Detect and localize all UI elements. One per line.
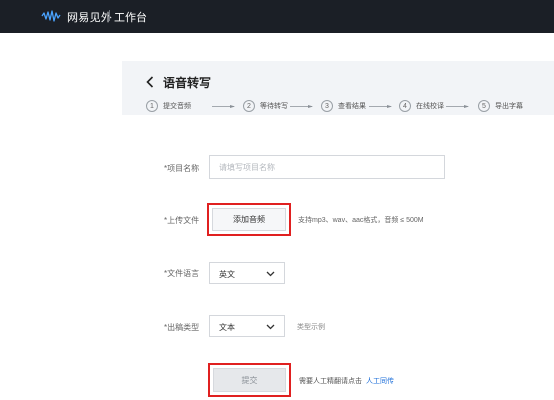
page-title: 语音转写 xyxy=(163,76,212,90)
step-number: 4 xyxy=(399,100,411,112)
step-5: 5 导出字幕 xyxy=(478,99,523,113)
step-label: 导出字幕 xyxy=(495,103,523,110)
brand-name[interactable]: 网易见外 xyxy=(67,9,112,25)
step-arrow-icon xyxy=(369,105,392,108)
output-type-label: *出稿类型 xyxy=(164,323,200,332)
step-label: 提交音频 xyxy=(163,103,191,110)
step-arrow-icon xyxy=(446,105,469,108)
language-select[interactable]: 英文 xyxy=(209,262,285,284)
step-1: 1 提交音频 xyxy=(146,99,191,113)
step-arrow-icon xyxy=(290,105,313,108)
step-4: 4 在线校译 xyxy=(399,99,444,113)
project-name-label: *项目名称 xyxy=(164,164,200,173)
top-nav-bar: 网易见外 工作台 xyxy=(0,0,554,33)
human-translation-note: 需要人工精翻请点击 xyxy=(299,378,362,385)
step-number: 1 xyxy=(146,100,158,112)
language-select-value: 英文 xyxy=(219,270,235,279)
step-label: 查看结果 xyxy=(338,103,366,110)
step-number: 3 xyxy=(321,100,333,112)
upload-file-label: *上传文件 xyxy=(164,216,200,225)
step-number: 5 xyxy=(478,100,490,112)
type-example-link[interactable]: 类型示例 xyxy=(297,322,325,332)
chevron-down-icon xyxy=(266,324,275,330)
step-label: 在线校译 xyxy=(416,103,444,110)
step-label: 等待转写 xyxy=(260,103,288,110)
human-interpretation-link[interactable]: 人工同传 xyxy=(366,376,394,386)
output-type-select-value: 文本 xyxy=(219,323,235,332)
chevron-left-icon[interactable] xyxy=(146,76,154,88)
topbar-divider xyxy=(109,10,110,21)
upload-format-hint: 支持mp3、wav、aac格式，音频 ≤ 500M xyxy=(298,217,424,224)
chevron-down-icon xyxy=(266,271,275,277)
workspace-link[interactable]: 工作台 xyxy=(114,9,147,25)
project-name-input[interactable] xyxy=(209,155,445,179)
add-audio-button[interactable]: 添加音频 xyxy=(212,208,286,231)
step-arrow-icon xyxy=(212,105,235,108)
netease-wave-logo-icon[interactable] xyxy=(41,10,61,22)
step-number: 2 xyxy=(243,100,255,112)
step-2: 2 等待转写 xyxy=(243,99,288,113)
file-language-label: *文件语言 xyxy=(164,269,200,278)
output-type-select[interactable]: 文本 xyxy=(209,315,285,337)
submit-button[interactable]: 提交 xyxy=(213,368,286,392)
step-3: 3 查看结果 xyxy=(321,99,366,113)
